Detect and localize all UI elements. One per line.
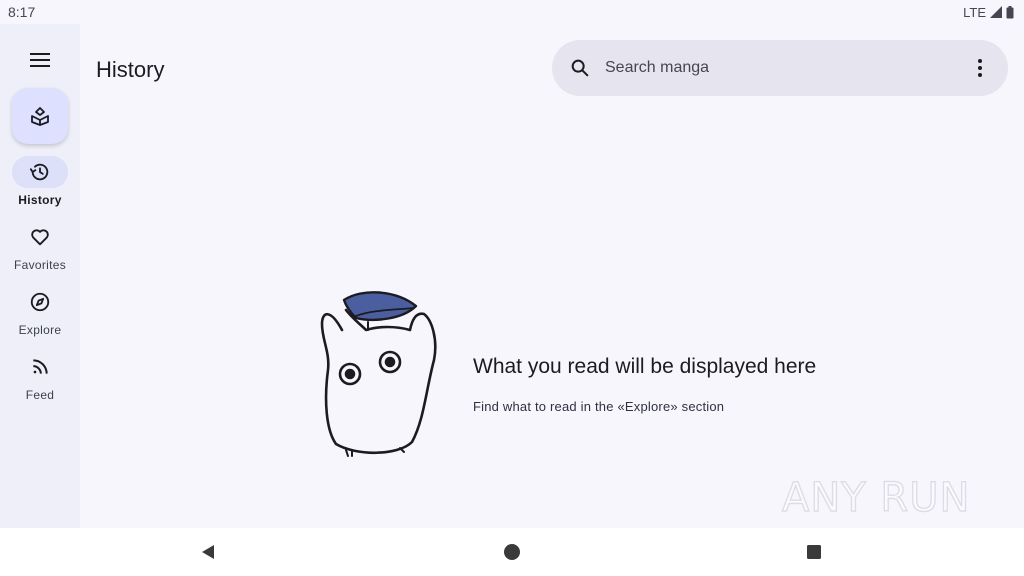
more-vert-icon [978, 59, 982, 77]
search-icon [571, 59, 589, 77]
more-options-button[interactable] [968, 56, 992, 80]
search-bar[interactable]: Search manga [552, 40, 1008, 96]
nav-item-favorites[interactable]: Favorites [0, 221, 80, 281]
menu-button[interactable] [24, 48, 56, 72]
nav-item-explore[interactable]: Explore [0, 286, 80, 346]
page-title: History [96, 57, 165, 82]
nav-label-favorites: Favorites [13, 258, 67, 272]
watermark-text: ANY RUN [781, 474, 971, 521]
history-icon [29, 163, 49, 181]
signal-icon [990, 6, 1002, 18]
recents-button[interactable] [802, 540, 826, 564]
home-button[interactable] [500, 540, 524, 564]
rss-icon [33, 359, 48, 374]
history-indicator [12, 156, 68, 188]
back-triangle-icon [202, 545, 214, 559]
back-button[interactable] [196, 540, 220, 564]
continue-reading-button[interactable] [12, 88, 68, 144]
compass-icon [30, 292, 50, 312]
hamburger-menu-icon [30, 53, 50, 67]
system-navigation-bar [0, 528, 1024, 576]
network-label: LTE [963, 4, 986, 20]
navigation-rail: History Favorites Explore Feed [0, 24, 80, 528]
watermark-logo: ANY RUN [781, 470, 982, 526]
empty-state-subtitle: Find what to read in the «Explore» secti… [473, 399, 725, 414]
book-open-icon [31, 107, 49, 126]
battery-icon [1006, 5, 1014, 18]
search-placeholder[interactable]: Search manga [605, 59, 968, 77]
nav-label-feed: Feed [25, 388, 55, 402]
favorites-indicator [12, 221, 68, 253]
empty-state-title: What you read will be displayed here [473, 355, 817, 378]
recents-square-icon [807, 545, 821, 559]
heart-icon [31, 229, 49, 246]
nav-item-history[interactable]: History [0, 156, 80, 216]
status-bar: 8:17 LTE [0, 0, 1024, 24]
nav-label-history: History [18, 193, 62, 207]
feed-indicator [12, 351, 68, 383]
empty-history-illustration [320, 291, 437, 457]
nav-item-feed[interactable]: Feed [0, 351, 80, 411]
nav-label-explore: Explore [18, 323, 62, 337]
explore-indicator [12, 286, 68, 318]
status-time: 8:17 [8, 4, 36, 20]
status-icons: LTE [963, 5, 1014, 20]
home-circle-icon [504, 544, 520, 560]
